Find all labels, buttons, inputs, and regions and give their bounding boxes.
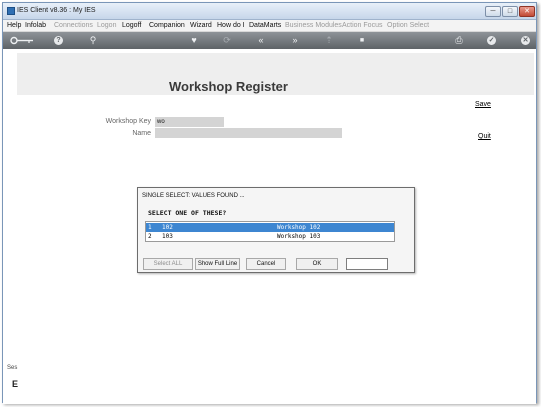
blank-button[interactable]	[346, 258, 388, 270]
quit-link[interactable]: Quit	[478, 133, 491, 140]
row-code: 102	[162, 224, 173, 231]
exit-icon[interactable]: ✕	[521, 36, 530, 45]
menu-option-select[interactable]: Option Select	[387, 22, 429, 29]
workshop-key-label: Workshop Key	[105, 118, 151, 125]
title-bar: IES Client v8.36 : My IES ─ □ ✕	[3, 3, 536, 20]
list-item[interactable]: 2 103 Workshop 103	[146, 232, 394, 241]
menu-bar: Help Infolab Connections Logon Logoff Co…	[3, 20, 536, 32]
sidebar-text: Ses	[7, 365, 18, 371]
cancel-button[interactable]: Cancel	[246, 258, 286, 270]
row-name: Workshop 103	[277, 233, 321, 240]
stop-icon[interactable]: ■	[356, 34, 368, 47]
forward-icon[interactable]: »	[289, 34, 301, 47]
menu-wizard[interactable]: Wizard	[190, 22, 212, 29]
help-icon[interactable]: ?	[54, 36, 63, 45]
row-name: Workshop 102	[277, 224, 321, 231]
menu-datamarts[interactable]: DataMarts	[249, 22, 281, 29]
ok-icon[interactable]: ✓	[487, 36, 496, 45]
maximize-button[interactable]: □	[502, 6, 518, 17]
name-label: Name	[132, 130, 151, 137]
page-banner: Workshop Register	[17, 53, 534, 95]
heart-icon[interactable]: ♥	[188, 34, 200, 47]
single-select-dialog: SINGLE SELECT: VALUES FOUND ... SELECT O…	[137, 187, 415, 273]
back-icon[interactable]: «	[255, 34, 267, 47]
menu-logoff[interactable]: Logoff	[122, 22, 141, 29]
dialog-title: SINGLE SELECT: VALUES FOUND ...	[142, 193, 245, 199]
row-number: 1	[148, 224, 152, 231]
sidebar-e-icon[interactable]: E	[12, 379, 18, 389]
show-full-line-button[interactable]: Show Full Line	[195, 258, 240, 270]
row-code: 103	[162, 233, 173, 240]
up-icon[interactable]: ⇡	[323, 34, 335, 47]
toolbar: ? ⚲ ♥ ⟳ « » ⇡ ■ ⎙ ✓ ✕	[3, 32, 536, 49]
select-all-button[interactable]: Select ALL	[143, 258, 193, 270]
row-number: 2	[148, 233, 152, 240]
refresh-icon[interactable]: ⟳	[221, 34, 233, 47]
save-link[interactable]: Save	[475, 101, 491, 108]
values-list[interactable]: 1 102 Workshop 102 2 103 Workshop 103	[145, 221, 395, 242]
menu-logon[interactable]: Logon	[97, 22, 116, 29]
ok-button[interactable]: OK	[296, 258, 338, 270]
menu-how-do-i[interactable]: How do I	[217, 22, 245, 29]
dialog-prompt: SELECT ONE OF THESE?	[148, 209, 227, 217]
menu-connections[interactable]: Connections	[54, 22, 93, 29]
page-title: Workshop Register	[169, 79, 288, 94]
menu-help[interactable]: Help	[7, 22, 21, 29]
window-title: IES Client v8.36 : My IES	[17, 7, 96, 14]
menu-infolab[interactable]: Infolab	[25, 22, 46, 29]
name-field[interactable]	[155, 128, 342, 138]
list-item[interactable]: 1 102 Workshop 102	[146, 223, 394, 232]
workshop-key-field[interactable]: wo	[155, 117, 224, 127]
key-icon[interactable]	[9, 34, 35, 47]
menu-business-modules[interactable]: Business Modules	[285, 22, 342, 29]
close-button[interactable]: ✕	[519, 6, 535, 17]
menu-action-focus[interactable]: Action Focus	[342, 22, 382, 29]
print-icon[interactable]: ⎙	[453, 34, 465, 47]
menu-companion[interactable]: Companion	[149, 22, 185, 29]
search-icon[interactable]: ⚲	[87, 34, 99, 47]
minimize-button[interactable]: ─	[485, 6, 501, 17]
app-icon	[7, 7, 15, 15]
